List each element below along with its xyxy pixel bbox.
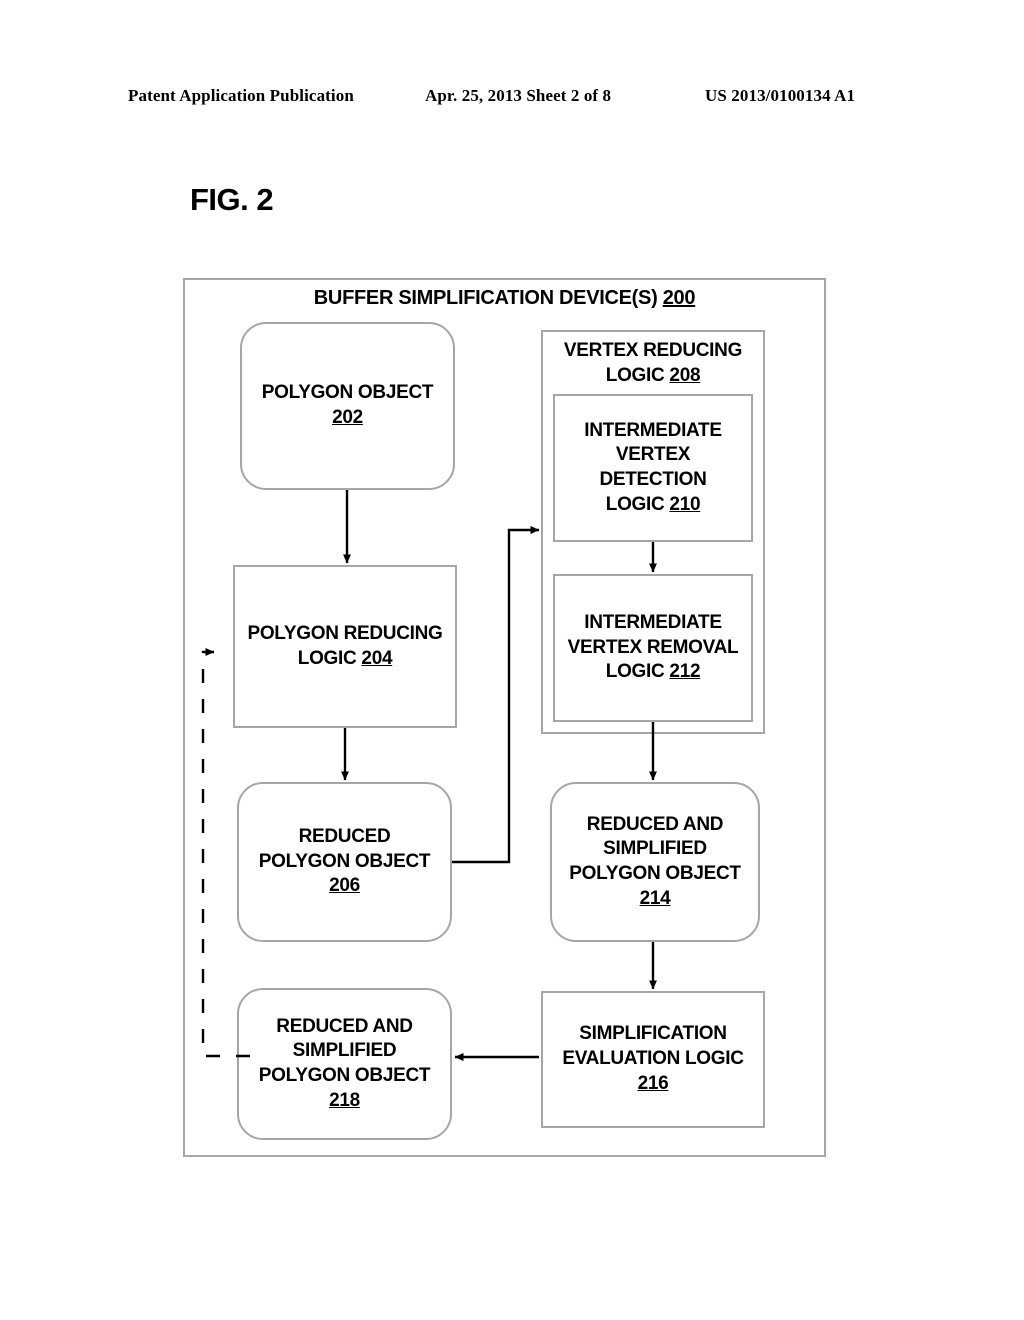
- node-216-line1: SIMPLIFICATION: [579, 1023, 727, 1045]
- node-212-line2: VERTEX REMOVAL: [567, 636, 739, 658]
- node-polygon-reducing-logic-204: POLYGON REDUCING LOGIC 204: [233, 565, 457, 728]
- container-title-ref: 200: [662, 287, 696, 309]
- node-simplification-evaluation-logic-216: SIMPLIFICATION EVALUATION LOGIC 216: [541, 991, 765, 1128]
- node-intermediate-vertex-detection-logic-210: INTERMEDIATE VERTEX DETECTION LOGIC 210: [553, 394, 753, 542]
- node-212-line1: INTERMEDIATE: [584, 611, 722, 633]
- node-208-line1: VERTEX REDUCING: [563, 340, 743, 361]
- node-216-ref: 216: [637, 1072, 669, 1094]
- node-204-line1: POLYGON REDUCING: [247, 622, 443, 644]
- node-214-line2: SIMPLIFIED: [603, 838, 707, 860]
- node-206-line2: POLYGON OBJECT: [258, 850, 431, 872]
- node-216-line2: EVALUATION LOGIC: [562, 1048, 744, 1070]
- node-206-line1: REDUCED: [298, 825, 391, 847]
- node-210-ref: 210: [669, 493, 701, 515]
- node-214-line3: POLYGON OBJECT: [569, 863, 741, 884]
- node-212-line3: LOGIC: [605, 661, 665, 683]
- node-214-ref: 214: [639, 887, 671, 909]
- node-reduced-polygon-object-206: REDUCED POLYGON OBJECT 206: [237, 782, 452, 942]
- node-214-line1: REDUCED AND: [586, 813, 724, 835]
- node-reduced-simplified-polygon-object-218: REDUCED AND SIMPLIFIED POLYGON OBJECT 21…: [237, 988, 452, 1140]
- node-218-line1: REDUCED AND: [276, 1015, 413, 1037]
- node-204-ref: 204: [361, 647, 393, 669]
- node-206-ref: 206: [329, 875, 360, 897]
- node-208-line2: LOGIC: [605, 364, 665, 386]
- node-202-ref: 202: [332, 407, 363, 428]
- container-title-text: BUFFER SIMPLIFICATION DEVICE(S): [313, 287, 658, 309]
- node-polygon-object-202: POLYGON OBJECT 202: [240, 322, 455, 490]
- node-210-line2: VERTEX DETECTION: [599, 444, 707, 490]
- node-218-line3: POLYGON OBJECT: [258, 1065, 431, 1086]
- node-210-line3: LOGIC: [605, 493, 665, 515]
- node-210-line1: INTERMEDIATE: [584, 419, 722, 441]
- node-218-ref: 218: [329, 1089, 360, 1111]
- figure-diagram: BUFFER SIMPLIFICATION DEVICE(S) 200 POLY…: [0, 0, 1024, 1320]
- node-204-line2: LOGIC: [297, 647, 357, 669]
- node-212-ref: 212: [669, 661, 701, 683]
- node-202-line1: POLYGON OBJECT: [261, 382, 434, 404]
- node-reduced-simplified-polygon-object-214: REDUCED AND SIMPLIFIED POLYGON OBJECT 21…: [550, 782, 760, 942]
- node-218-line2: SIMPLIFIED: [292, 1040, 397, 1062]
- container-title: BUFFER SIMPLIFICATION DEVICE(S) 200: [183, 287, 826, 310]
- node-208-ref: 208: [669, 364, 701, 386]
- node-intermediate-vertex-removal-logic-212: INTERMEDIATE VERTEX REMOVAL LOGIC 212: [553, 574, 753, 722]
